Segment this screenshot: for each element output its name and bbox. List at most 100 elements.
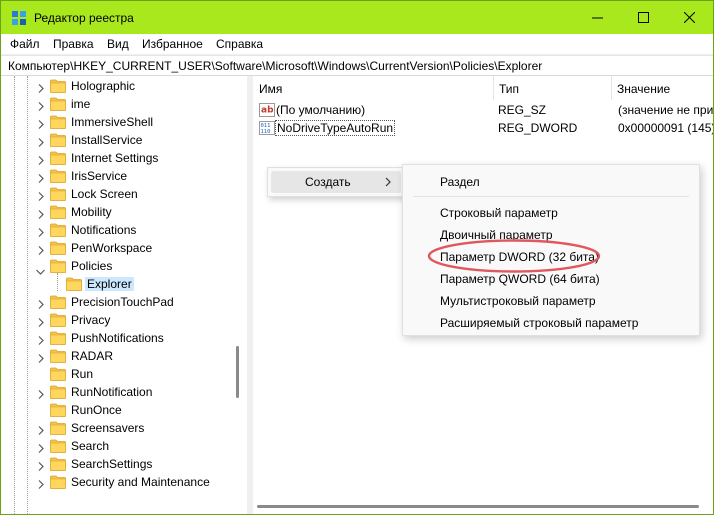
tree-item-explorer[interactable]: Explorer <box>1 275 247 293</box>
chevron-right-icon <box>385 177 391 187</box>
value-row[interactable]: 011 110 NoDriveTypeAutoRun REG_DWORD 0x0… <box>253 119 713 137</box>
submenu-item-binary[interactable]: Двоичный параметр <box>440 228 553 242</box>
folder-icon <box>50 241 66 255</box>
folder-icon <box>50 151 66 165</box>
tree-item-searchsettings[interactable]: SearchSettings <box>1 455 247 473</box>
address-bar[interactable]: Компьютер\HKEY_CURRENT_USER\Software\Mic… <box>1 55 713 76</box>
chevron-right-icon[interactable] <box>38 82 44 96</box>
column-header-name[interactable]: Имя <box>253 76 493 100</box>
list-horizontal-scrollbar[interactable] <box>253 499 713 514</box>
tree-item-pushnotifications[interactable]: PushNotifications <box>1 329 247 347</box>
chevron-right-icon[interactable] <box>38 244 44 258</box>
chevron-right-icon[interactable] <box>38 190 44 204</box>
tree-item-installservice[interactable]: InstallService <box>1 131 247 149</box>
chevron-right-icon[interactable] <box>38 424 44 438</box>
tree-item-label: Lock Screen <box>71 187 138 201</box>
tree-item-run[interactable]: Run <box>1 365 247 383</box>
value-type: REG_DWORD <box>498 121 578 135</box>
value-row[interactable]: ab (По умолчанию) REG_SZ (значение не пр… <box>253 101 713 119</box>
tree-item-irisservice[interactable]: IrisService <box>1 167 247 185</box>
tree-item-label: Internet Settings <box>71 151 159 165</box>
tree-scrollbar[interactable] <box>232 76 245 514</box>
tree-item-label: Notifications <box>71 223 137 237</box>
chevron-right-icon[interactable] <box>38 478 44 492</box>
context-menu: Создать <box>267 167 405 197</box>
chevron-right-icon[interactable] <box>38 172 44 186</box>
tree-item-mobility[interactable]: Mobility <box>1 203 247 221</box>
submenu-item-dword[interactable]: Параметр DWORD (32 бита) <box>440 250 599 264</box>
tree-item-runonce[interactable]: RunOnce <box>1 401 247 419</box>
chevron-right-icon[interactable] <box>38 388 44 402</box>
tree-item-label: Run <box>71 367 94 381</box>
registry-editor-icon <box>12 11 26 25</box>
close-icon <box>684 12 695 23</box>
chevron-right-icon[interactable] <box>38 352 44 366</box>
list-scrollbar-thumb[interactable] <box>257 505 699 508</box>
chevron-right-icon[interactable] <box>38 298 44 312</box>
svg-text:110: 110 <box>261 129 271 135</box>
folder-icon <box>50 115 66 129</box>
address-path[interactable]: Компьютер\HKEY_CURRENT_USER\Software\Mic… <box>8 59 542 73</box>
value-data: 0x00000091 (145) <box>618 121 713 135</box>
key-tree-pane[interactable]: Holographic ime ImmersiveShell InstallServi… <box>1 76 247 514</box>
folder-icon <box>50 205 66 219</box>
tree-item-ime[interactable]: ime <box>1 95 247 113</box>
tree-item-immersiveshell[interactable]: ImmersiveShell <box>1 113 247 131</box>
tree-item-radar[interactable]: RADAR <box>1 347 247 365</box>
chevron-right-icon[interactable] <box>38 226 44 240</box>
menu-edit[interactable]: Правка <box>53 37 94 51</box>
menu-favorites[interactable]: Избранное <box>142 37 203 51</box>
chevron-right-icon[interactable] <box>38 460 44 474</box>
chevron-right-icon[interactable] <box>38 154 44 168</box>
tree-item-label: Screensavers <box>71 421 145 435</box>
tree-item-label: PenWorkspace <box>71 241 153 255</box>
menu-file[interactable]: Файл <box>10 37 40 51</box>
folder-icon <box>50 439 66 453</box>
column-header-type[interactable]: Тип <box>493 76 613 100</box>
chevron-right-icon[interactable] <box>38 136 44 150</box>
submenu-item-expandable-string[interactable]: Расширяемый строковый параметр <box>440 316 638 330</box>
title-bar[interactable]: Редактор реестра <box>1 1 713 34</box>
tree-item-lock-screen[interactable]: Lock Screen <box>1 185 247 203</box>
close-button[interactable] <box>667 1 713 34</box>
tree-item-security-and-maintenance[interactable]: Security and Maintenance <box>1 473 247 491</box>
column-header-value-label: Значение <box>617 82 671 96</box>
tree-item-internet-settings[interactable]: Internet Settings <box>1 149 247 167</box>
chevron-right-icon[interactable] <box>38 442 44 456</box>
tree-item-penworkspace[interactable]: PenWorkspace <box>1 239 247 257</box>
svg-text:ab: ab <box>261 106 274 116</box>
tree-scrollbar-thumb[interactable] <box>236 346 239 398</box>
tree-item-label: Holographic <box>71 79 136 93</box>
folder-icon <box>50 367 66 381</box>
folder-icon <box>50 133 66 147</box>
chevron-right-icon[interactable] <box>38 208 44 222</box>
tree-item-screensavers[interactable]: Screensavers <box>1 419 247 437</box>
chevron-right-icon[interactable] <box>38 316 44 330</box>
maximize-button[interactable] <box>621 1 667 34</box>
tree-item-label: ime <box>71 97 91 111</box>
submenu-item-string[interactable]: Строковый параметр <box>440 206 558 220</box>
tree-item-privacy[interactable]: Privacy <box>1 311 247 329</box>
tree-item-precisiontouchpad[interactable]: PrecisionTouchPad <box>1 293 247 311</box>
folder-icon <box>50 187 66 201</box>
column-header-name-label: Имя <box>259 82 283 96</box>
create-submenu: Раздел Строковый параметр Двоичный парам… <box>402 164 700 336</box>
menu-view[interactable]: Вид <box>107 37 129 51</box>
folder-icon <box>50 403 66 417</box>
chevron-right-icon[interactable] <box>38 118 44 132</box>
chevron-right-icon[interactable] <box>38 334 44 348</box>
create-menu-item[interactable]: Создать <box>305 175 351 189</box>
submenu-item-qword[interactable]: Параметр QWORD (64 бита) <box>440 272 600 286</box>
menu-help[interactable]: Справка <box>216 37 263 51</box>
chevron-right-icon[interactable] <box>38 100 44 114</box>
tree-item-notifications[interactable]: Notifications <box>1 221 247 239</box>
submenu-item-multistring[interactable]: Мультистроковый параметр <box>440 294 596 308</box>
tree-item-holographic[interactable]: Holographic <box>1 77 247 95</box>
tree-item-search[interactable]: Search <box>1 437 247 455</box>
tree-item-label: ImmersiveShell <box>71 115 154 129</box>
column-header-value[interactable]: Значение <box>611 76 713 100</box>
minimize-button[interactable] <box>575 1 621 34</box>
tree-item-policies[interactable]: Policies <box>1 257 247 275</box>
submenu-item-key[interactable]: Раздел <box>440 175 480 189</box>
tree-item-runnotification[interactable]: RunNotification <box>1 383 247 401</box>
